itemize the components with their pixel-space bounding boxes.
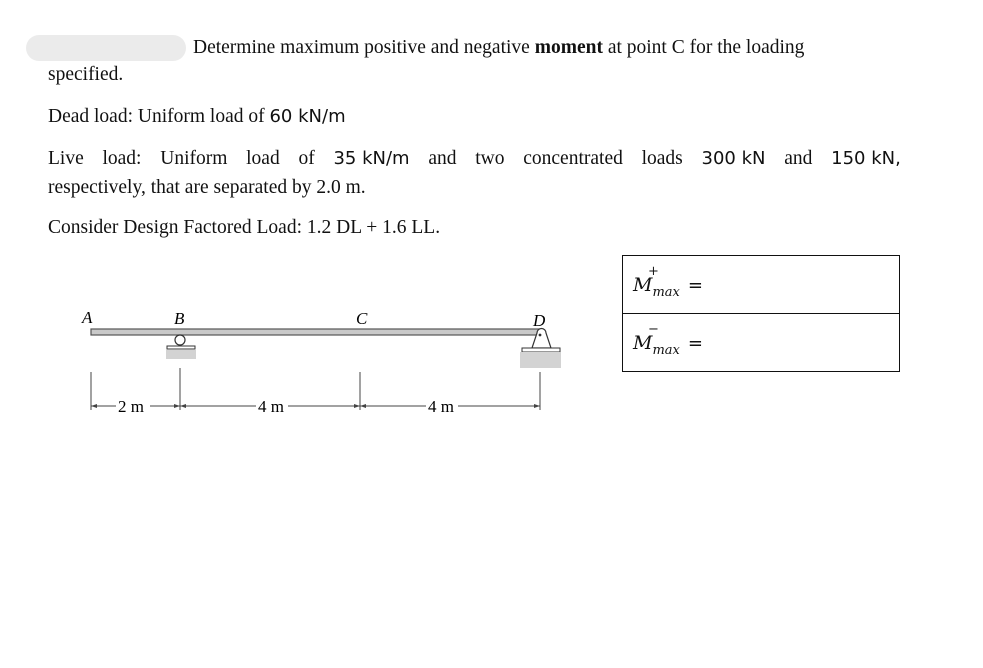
beam-diagram: A B C D 2 m 4 m 4 m [81,308,561,416]
answer-row-negative: M − max = [622,313,900,372]
live-load-line: Live load: Uniform load of 35 kN/m and two conce… [48,145,901,173]
live-load-word: Live [48,148,84,169]
factored-load-line: Consider Design Factored Load: 1.2 DL + … [48,217,441,238]
span-label-ab: 2 m [118,397,144,416]
equals-sign: = [687,274,703,296]
span-label-bc: 4 m [258,397,284,416]
live-load-word: of [298,148,315,169]
beam [90,328,540,336]
live-load-word: loads [641,148,683,169]
answer-row-positive: M + max = [622,255,900,314]
live-load-word: and [428,148,457,169]
live-load-word: 300 kN [701,148,766,169]
intro-bold-text: moment [534,37,603,58]
m-max-negative-symbol: M − max [633,321,680,358]
dead-load-value: 60 kN/m [269,106,346,127]
live-load-word: load: [102,148,142,169]
intro-rest-text: at point C for the loading [607,37,805,58]
equals-sign: = [687,332,703,354]
redacted-problem-number [26,35,186,61]
live-load-word: and [784,148,813,169]
problem-intro: Determine maximum positive and negative … [193,34,804,62]
live-load-word: concentrated [523,148,623,169]
answer-cell-positive[interactable]: M + max = [622,255,900,314]
live-load-word: 35 kN/m [333,148,410,169]
point-label-d: D [532,311,546,330]
live-load-word: two [475,148,505,169]
point-label-a: A [81,308,93,327]
roller-support-b [166,334,196,359]
m-max-positive-symbol: M + max [633,263,680,300]
point-label-c: C [356,309,368,328]
intro-continuation: specified. [48,64,124,85]
answer-table: M + max = M − max = [622,255,900,372]
span-label-cd: 4 m [428,397,454,416]
live-load-word: 150 kN, [831,148,901,169]
live-load-word: load [246,148,280,169]
answer-cell-negative[interactable]: M − max = [622,313,900,372]
intro-text: Determine maximum positive and negative [193,37,530,58]
dead-load-label: Dead load: Uniform load of [48,106,265,127]
live-load-continuation: respectively, that are separated by 2.0 … [48,177,366,198]
dead-load-line: Dead load: Uniform load of 60 kN/m [48,103,346,131]
point-label-b: B [174,309,185,328]
dimension-lines [90,368,541,410]
live-load-word: Uniform [160,148,228,169]
